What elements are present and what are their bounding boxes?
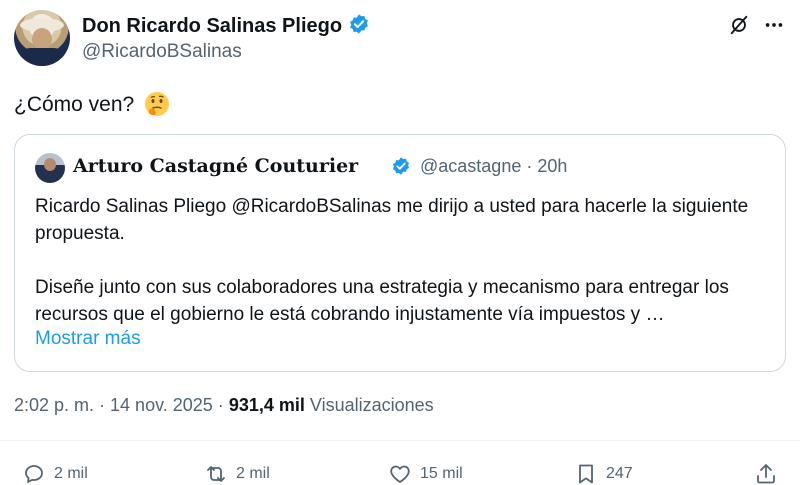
- quote-verified-badge-icon: [392, 157, 410, 175]
- quote-avatar-face: [44, 158, 56, 171]
- views-label: Visualizaciones: [309, 395, 434, 415]
- avatar-face: [32, 28, 52, 50]
- reply-count: 2 mil: [54, 465, 88, 482]
- show-more-link[interactable]: Mostrar más: [35, 328, 141, 350]
- bookmark-icon: [579, 464, 593, 484]
- author-handle[interactable]: @RicardoBSalinas: [82, 41, 242, 63]
- avatar-suit: [20, 48, 64, 66]
- quote-paragraph: Diseñe junto con sus colaboradores una e…: [35, 277, 729, 325]
- quote-body: Ricardo Salinas Pliego @RicardoBSalinas …: [35, 193, 775, 355]
- repost-count: 2 mil: [236, 465, 270, 482]
- author-name-row[interactable]: Don Ricardo Salinas Pliego: [82, 13, 370, 38]
- bookmark-button[interactable]: 247: [574, 462, 633, 485]
- quote-handle-row: @acastagne · 20h: [420, 156, 567, 177]
- tweet-meta: 2:02 p. m. · 14 nov. 2025 · 931,4 mil Vi…: [14, 395, 434, 416]
- repost-icon: [207, 466, 225, 482]
- author-name[interactable]: Don Ricardo Salinas Pliego: [82, 15, 342, 37]
- heart-icon: [390, 465, 410, 483]
- quote-author-avatar[interactable]: [35, 153, 65, 183]
- tweet-text-content: ¿Cómo ven?: [14, 93, 135, 116]
- quote-handle[interactable]: @acastagne: [420, 156, 521, 176]
- more-options-icon[interactable]: [763, 14, 785, 36]
- quote-time[interactable]: · 20h: [526, 156, 567, 176]
- bookmark-count: 247: [606, 465, 633, 482]
- verified-badge-icon: [350, 14, 368, 34]
- like-button[interactable]: 15 mil: [388, 462, 463, 485]
- share-icon: [757, 464, 775, 484]
- author-avatar[interactable]: [14, 10, 70, 66]
- tweet-text: ¿Cómo ven?: [14, 91, 170, 117]
- repost-button[interactable]: 2 mil: [204, 462, 270, 485]
- divider: [0, 440, 800, 441]
- tweet-timestamp[interactable]: 2:02 p. m. · 14 nov. 2025 ·: [14, 395, 224, 415]
- reply-button[interactable]: 2 mil: [22, 462, 88, 485]
- like-count: 15 mil: [420, 465, 463, 482]
- quoted-tweet[interactable]: Arturo Castagné Couturier @acastagne · 2…: [14, 134, 786, 372]
- grok-icon[interactable]: [728, 14, 750, 36]
- thinking-face-icon: [145, 92, 170, 116]
- action-bar: 2 mil 2 mil 15 mil 247: [0, 462, 800, 485]
- views-count: 931,4 mil: [228, 395, 305, 415]
- share-button[interactable]: [754, 462, 786, 485]
- reply-icon: [25, 465, 43, 483]
- quote-author-name[interactable]: Arturo Castagné Couturier: [73, 155, 358, 177]
- quote-paragraph: Ricardo Salinas Pliego @RicardoBSalinas …: [35, 196, 749, 244]
